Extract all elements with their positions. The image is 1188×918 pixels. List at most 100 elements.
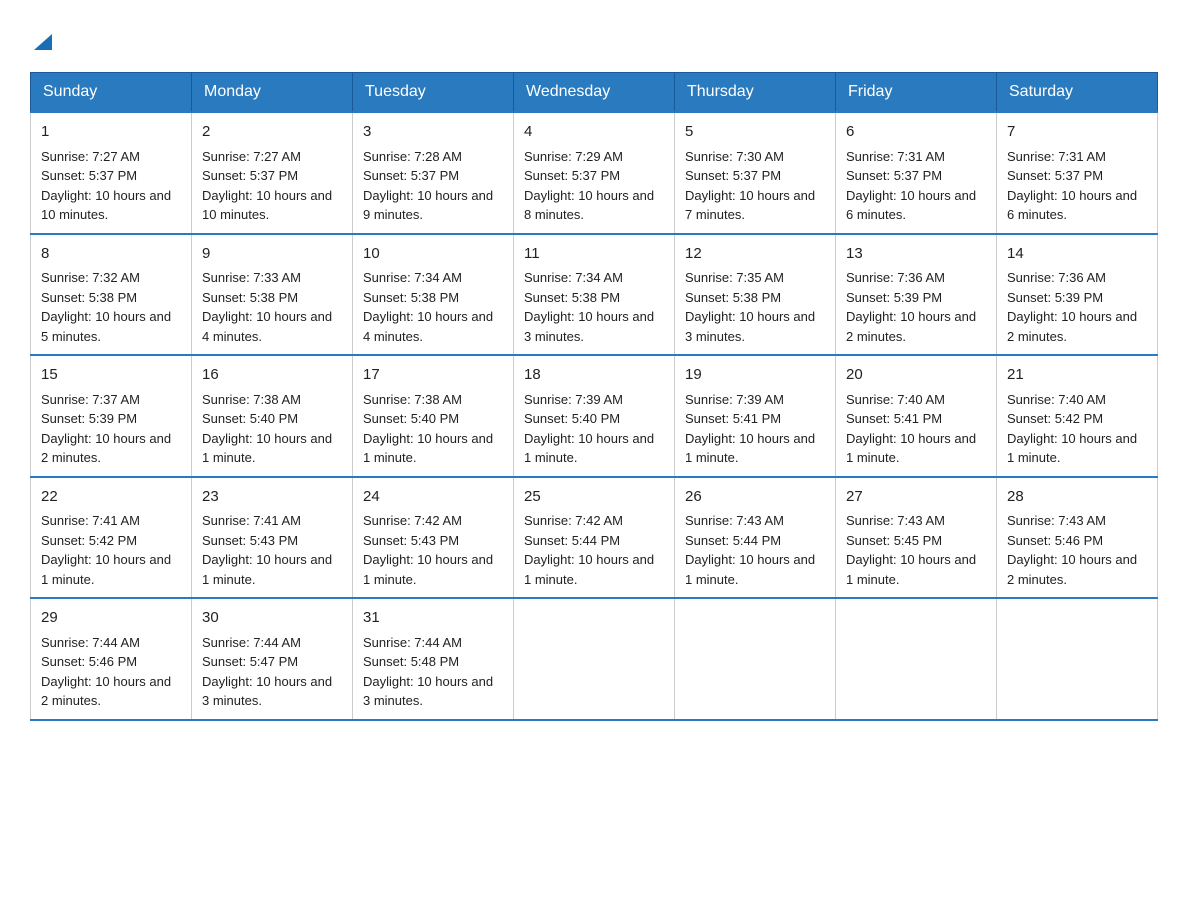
day-number: 2: [202, 121, 342, 144]
day-sunrise: Sunrise: 7:30 AM: [685, 149, 784, 164]
calendar-cell: 27 Sunrise: 7:43 AM Sunset: 5:45 PM Dayl…: [836, 477, 997, 599]
day-daylight: Daylight: 10 hours and 4 minutes.: [202, 309, 332, 344]
day-sunset: Sunset: 5:47 PM: [202, 654, 298, 669]
day-sunset: Sunset: 5:48 PM: [363, 654, 459, 669]
logo: [30, 30, 54, 52]
calendar-week-row: 15 Sunrise: 7:37 AM Sunset: 5:39 PM Dayl…: [31, 355, 1158, 477]
day-daylight: Daylight: 10 hours and 10 minutes.: [202, 188, 332, 223]
day-number: 1: [41, 121, 181, 144]
calendar-cell: 14 Sunrise: 7:36 AM Sunset: 5:39 PM Dayl…: [997, 234, 1158, 356]
day-number: 6: [846, 121, 986, 144]
day-sunrise: Sunrise: 7:39 AM: [524, 392, 623, 407]
day-daylight: Daylight: 10 hours and 1 minute.: [41, 552, 171, 587]
day-daylight: Daylight: 10 hours and 2 minutes.: [41, 674, 171, 709]
day-daylight: Daylight: 10 hours and 1 minute.: [685, 431, 815, 466]
day-sunrise: Sunrise: 7:37 AM: [41, 392, 140, 407]
calendar-week-row: 22 Sunrise: 7:41 AM Sunset: 5:42 PM Dayl…: [31, 477, 1158, 599]
day-number: 10: [363, 243, 503, 266]
day-number: 30: [202, 607, 342, 630]
day-number: 20: [846, 364, 986, 387]
day-sunrise: Sunrise: 7:41 AM: [41, 513, 140, 528]
day-number: 5: [685, 121, 825, 144]
day-number: 26: [685, 486, 825, 509]
calendar-table: SundayMondayTuesdayWednesdayThursdayFrid…: [30, 72, 1158, 721]
day-daylight: Daylight: 10 hours and 1 minute.: [685, 552, 815, 587]
day-daylight: Daylight: 10 hours and 1 minute.: [524, 552, 654, 587]
calendar-cell: 16 Sunrise: 7:38 AM Sunset: 5:40 PM Dayl…: [192, 355, 353, 477]
calendar-week-row: 1 Sunrise: 7:27 AM Sunset: 5:37 PM Dayli…: [31, 112, 1158, 234]
day-sunset: Sunset: 5:40 PM: [524, 411, 620, 426]
day-daylight: Daylight: 10 hours and 3 minutes.: [363, 674, 493, 709]
day-sunset: Sunset: 5:42 PM: [41, 533, 137, 548]
calendar-cell: 25 Sunrise: 7:42 AM Sunset: 5:44 PM Dayl…: [514, 477, 675, 599]
calendar-cell: 28 Sunrise: 7:43 AM Sunset: 5:46 PM Dayl…: [997, 477, 1158, 599]
calendar-cell: 12 Sunrise: 7:35 AM Sunset: 5:38 PM Dayl…: [675, 234, 836, 356]
day-number: 22: [41, 486, 181, 509]
weekday-header-thursday: Thursday: [675, 73, 836, 113]
calendar-cell: 30 Sunrise: 7:44 AM Sunset: 5:47 PM Dayl…: [192, 598, 353, 720]
day-sunset: Sunset: 5:40 PM: [363, 411, 459, 426]
day-daylight: Daylight: 10 hours and 3 minutes.: [202, 674, 332, 709]
day-sunset: Sunset: 5:37 PM: [524, 168, 620, 183]
calendar-cell: 7 Sunrise: 7:31 AM Sunset: 5:37 PM Dayli…: [997, 112, 1158, 234]
day-sunrise: Sunrise: 7:43 AM: [685, 513, 784, 528]
day-number: 14: [1007, 243, 1147, 266]
calendar-cell: [836, 598, 997, 720]
day-sunrise: Sunrise: 7:36 AM: [846, 270, 945, 285]
day-sunrise: Sunrise: 7:34 AM: [524, 270, 623, 285]
weekday-header-sunday: Sunday: [31, 73, 192, 113]
day-sunrise: Sunrise: 7:27 AM: [202, 149, 301, 164]
day-daylight: Daylight: 10 hours and 2 minutes.: [1007, 552, 1137, 587]
day-sunrise: Sunrise: 7:43 AM: [846, 513, 945, 528]
calendar-cell: 11 Sunrise: 7:34 AM Sunset: 5:38 PM Dayl…: [514, 234, 675, 356]
day-daylight: Daylight: 10 hours and 9 minutes.: [363, 188, 493, 223]
weekday-header-monday: Monday: [192, 73, 353, 113]
day-number: 11: [524, 243, 664, 266]
day-daylight: Daylight: 10 hours and 1 minute.: [846, 552, 976, 587]
day-sunset: Sunset: 5:37 PM: [363, 168, 459, 183]
calendar-cell: 2 Sunrise: 7:27 AM Sunset: 5:37 PM Dayli…: [192, 112, 353, 234]
day-sunset: Sunset: 5:44 PM: [685, 533, 781, 548]
day-number: 19: [685, 364, 825, 387]
day-sunset: Sunset: 5:46 PM: [41, 654, 137, 669]
day-sunrise: Sunrise: 7:33 AM: [202, 270, 301, 285]
day-number: 24: [363, 486, 503, 509]
day-sunrise: Sunrise: 7:38 AM: [363, 392, 462, 407]
day-number: 31: [363, 607, 503, 630]
calendar-cell: 19 Sunrise: 7:39 AM Sunset: 5:41 PM Dayl…: [675, 355, 836, 477]
day-number: 25: [524, 486, 664, 509]
day-sunset: Sunset: 5:40 PM: [202, 411, 298, 426]
day-daylight: Daylight: 10 hours and 3 minutes.: [524, 309, 654, 344]
calendar-cell: 24 Sunrise: 7:42 AM Sunset: 5:43 PM Dayl…: [353, 477, 514, 599]
day-daylight: Daylight: 10 hours and 4 minutes.: [363, 309, 493, 344]
day-sunset: Sunset: 5:43 PM: [363, 533, 459, 548]
calendar-cell: 1 Sunrise: 7:27 AM Sunset: 5:37 PM Dayli…: [31, 112, 192, 234]
day-sunset: Sunset: 5:41 PM: [685, 411, 781, 426]
day-sunset: Sunset: 5:38 PM: [363, 290, 459, 305]
day-sunrise: Sunrise: 7:36 AM: [1007, 270, 1106, 285]
day-daylight: Daylight: 10 hours and 3 minutes.: [685, 309, 815, 344]
calendar-cell: 17 Sunrise: 7:38 AM Sunset: 5:40 PM Dayl…: [353, 355, 514, 477]
day-sunset: Sunset: 5:43 PM: [202, 533, 298, 548]
day-sunrise: Sunrise: 7:40 AM: [1007, 392, 1106, 407]
day-number: 23: [202, 486, 342, 509]
day-sunrise: Sunrise: 7:41 AM: [202, 513, 301, 528]
day-sunset: Sunset: 5:38 PM: [685, 290, 781, 305]
calendar-cell: [675, 598, 836, 720]
day-daylight: Daylight: 10 hours and 1 minute.: [202, 552, 332, 587]
page-header: [30, 30, 1158, 52]
day-sunrise: Sunrise: 7:29 AM: [524, 149, 623, 164]
day-sunrise: Sunrise: 7:44 AM: [202, 635, 301, 650]
day-sunset: Sunset: 5:45 PM: [846, 533, 942, 548]
calendar-cell: 21 Sunrise: 7:40 AM Sunset: 5:42 PM Dayl…: [997, 355, 1158, 477]
day-sunrise: Sunrise: 7:31 AM: [1007, 149, 1106, 164]
day-number: 4: [524, 121, 664, 144]
day-daylight: Daylight: 10 hours and 1 minute.: [1007, 431, 1137, 466]
day-number: 12: [685, 243, 825, 266]
day-sunrise: Sunrise: 7:28 AM: [363, 149, 462, 164]
day-sunset: Sunset: 5:44 PM: [524, 533, 620, 548]
day-daylight: Daylight: 10 hours and 1 minute.: [846, 431, 976, 466]
day-daylight: Daylight: 10 hours and 1 minute.: [363, 431, 493, 466]
day-daylight: Daylight: 10 hours and 2 minutes.: [846, 309, 976, 344]
weekday-header-friday: Friday: [836, 73, 997, 113]
